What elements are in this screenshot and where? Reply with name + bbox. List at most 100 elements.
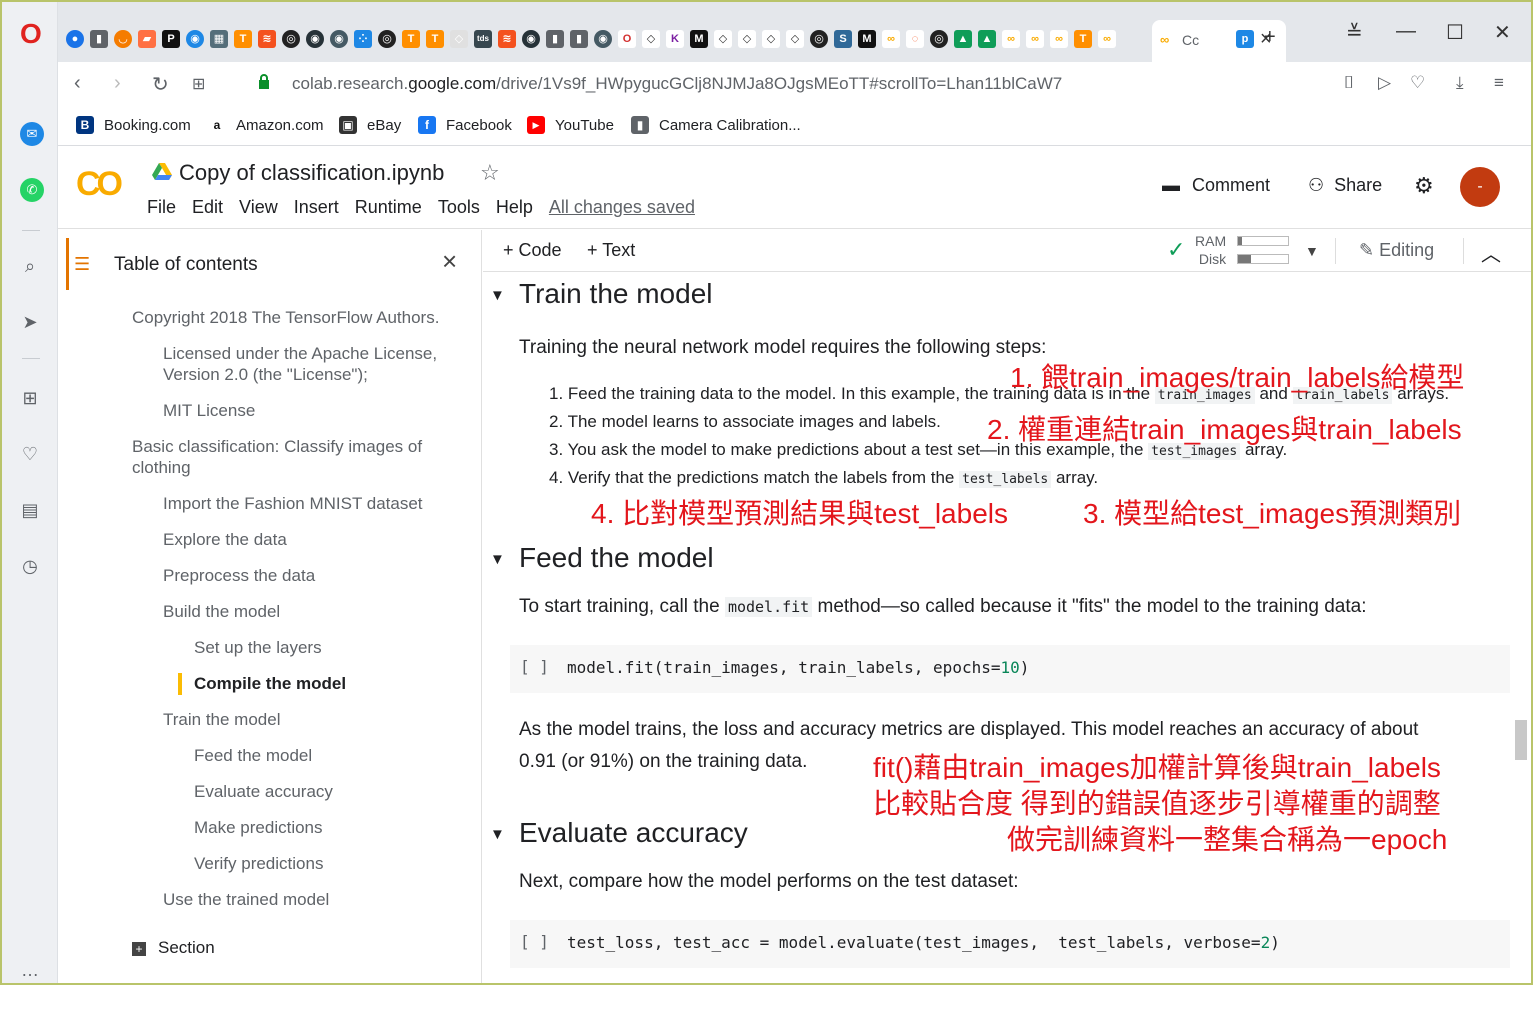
tab-favicon[interactable]: ≋ bbox=[258, 30, 276, 48]
menu-view[interactable]: View bbox=[239, 197, 278, 218]
bookmark-camera-calibration[interactable]: ▮ Camera Calibration... bbox=[631, 116, 801, 134]
tab-favicon[interactable]: ◇ bbox=[762, 30, 780, 48]
colab-logo[interactable]: CO bbox=[76, 165, 123, 204]
code-cell[interactable]: [ ] test_loss, test_acc = model.evaluate… bbox=[510, 920, 1510, 968]
tab-favicon[interactable]: ● bbox=[66, 30, 84, 48]
github-icon[interactable]: ◎ bbox=[930, 30, 948, 48]
minimize-icon[interactable]: — bbox=[1396, 20, 1416, 43]
menu-insert[interactable]: Insert bbox=[294, 197, 339, 218]
collapse-caret-icon[interactable]: ▼ bbox=[490, 551, 505, 568]
tab-favicon[interactable]: ∞ bbox=[1002, 30, 1020, 48]
tab-favicon[interactable]: ◇ bbox=[738, 30, 756, 48]
whatsapp-icon[interactable]: ✆ bbox=[20, 178, 44, 202]
speed-dial-icon[interactable]: ⊞ bbox=[192, 74, 205, 94]
toc-item[interactable]: MIT License bbox=[163, 400, 255, 421]
menu-tools[interactable]: Tools bbox=[438, 197, 480, 218]
news-icon[interactable]: ▤ bbox=[16, 496, 44, 524]
tab-favicon[interactable]: T bbox=[234, 30, 252, 48]
url-field[interactable]: colab.research.google.com/drive/1Vs9f_HW… bbox=[292, 74, 1062, 94]
add-code-button[interactable]: + Code bbox=[503, 240, 562, 261]
tab-favicon[interactable]: tds bbox=[474, 30, 492, 48]
toc-item[interactable]: Import the Fashion MNIST dataset bbox=[163, 493, 423, 514]
forward-icon[interactable]: › bbox=[114, 72, 121, 95]
opera-logo-icon[interactable]: O bbox=[20, 18, 42, 50]
scrollbar-thumb[interactable] bbox=[1515, 720, 1527, 760]
new-tab-icon[interactable]: + bbox=[1264, 26, 1276, 49]
close-window-icon[interactable]: ✕ bbox=[1494, 20, 1511, 45]
search-icon[interactable]: ⌕ bbox=[16, 252, 44, 280]
github-icon[interactable]: ◎ bbox=[282, 30, 300, 48]
bookmark-amazon[interactable]: a Amazon.com bbox=[208, 116, 324, 134]
send-icon[interactable]: ▷ bbox=[1378, 73, 1391, 93]
tab-favicon[interactable]: ∞ bbox=[1098, 30, 1116, 48]
tab-favicon[interactable]: ◉ bbox=[306, 30, 324, 48]
notebook-title[interactable]: Copy of classification.ipynb bbox=[179, 160, 444, 186]
collapse-header-icon[interactable]: ︿ bbox=[1481, 238, 1501, 267]
close-icon[interactable]: × bbox=[442, 246, 457, 277]
tab-favicon[interactable]: K bbox=[666, 30, 684, 48]
share-button[interactable]: ⚇ Share bbox=[1308, 175, 1382, 196]
camera-icon[interactable]: ⌷ bbox=[1344, 73, 1354, 93]
toc-item[interactable]: Set up the layers bbox=[194, 637, 322, 658]
tab-favicon[interactable]: ∞ bbox=[1026, 30, 1044, 48]
menu-runtime[interactable]: Runtime bbox=[355, 197, 422, 218]
github-icon[interactable]: ◎ bbox=[810, 30, 828, 48]
disk-bar[interactable] bbox=[1237, 254, 1289, 264]
reload-icon[interactable]: ↻ bbox=[152, 72, 169, 97]
tab-favicon[interactable]: ∞ bbox=[882, 30, 900, 48]
toc-item[interactable]: Licensed under the Apache License, bbox=[163, 343, 437, 364]
tab-favicon[interactable]: P bbox=[162, 30, 180, 48]
comment-button[interactable]: ▬ Comment bbox=[1162, 175, 1270, 196]
star-icon[interactable]: ☆ bbox=[480, 160, 500, 186]
menu-help[interactable]: Help bbox=[496, 197, 533, 218]
bookmark-ebay[interactable]: ▣ eBay bbox=[339, 116, 401, 134]
tab-favicon[interactable]: ▦ bbox=[210, 30, 228, 48]
editing-mode-button[interactable]: ✎ Editing bbox=[1359, 240, 1434, 261]
tab-favicon[interactable]: ⁘ bbox=[354, 30, 372, 48]
ram-bar[interactable] bbox=[1237, 236, 1289, 246]
toc-item[interactable]: Verify predictions bbox=[194, 853, 323, 874]
tab-favicon[interactable]: M bbox=[690, 30, 708, 48]
toc-item-active[interactable]: Compile the model bbox=[194, 673, 346, 694]
tab-favicon[interactable]: O bbox=[618, 30, 636, 48]
collapse-caret-icon[interactable]: ▼ bbox=[490, 826, 505, 843]
github-icon[interactable]: ◎ bbox=[378, 30, 396, 48]
bookmark-booking[interactable]: B Booking.com bbox=[76, 116, 191, 134]
tab-menu-icon[interactable]: ≚ bbox=[1346, 20, 1363, 45]
tab-favicon[interactable]: ◇ bbox=[714, 30, 732, 48]
tab-favicon[interactable]: T bbox=[1074, 30, 1092, 48]
maximize-icon[interactable]: ☐ bbox=[1446, 20, 1464, 45]
tab-favicon[interactable]: ◌ bbox=[906, 30, 924, 48]
bookmark-youtube[interactable]: ▶ YouTube bbox=[527, 116, 614, 134]
settings-gear-icon[interactable]: ⚙ bbox=[1414, 173, 1434, 199]
toc-item[interactable]: clothing bbox=[132, 457, 191, 478]
menu-edit[interactable]: Edit bbox=[192, 197, 223, 218]
code-cell[interactable]: [ ] model.fit(train_images, train_labels… bbox=[510, 645, 1510, 693]
toc-item[interactable]: Copyright 2018 The TensorFlow Authors. bbox=[132, 307, 439, 328]
tab-favicon[interactable]: ▮ bbox=[90, 30, 108, 48]
back-icon[interactable]: ‹ bbox=[74, 72, 81, 95]
collapse-caret-icon[interactable]: ▼ bbox=[490, 287, 505, 304]
tab-favicon[interactable]: ◉ bbox=[522, 30, 540, 48]
tab-favicon[interactable]: ◇ bbox=[450, 30, 468, 48]
tab-favicon[interactable]: ▲ bbox=[978, 30, 996, 48]
toc-item[interactable]: Train the model bbox=[163, 709, 280, 730]
python-icon[interactable]: S bbox=[834, 30, 852, 48]
toc-item[interactable]: Explore the data bbox=[163, 529, 287, 550]
messenger-icon[interactable]: ✉ bbox=[20, 122, 44, 146]
tab-favicon[interactable]: ▲ bbox=[954, 30, 972, 48]
list-icon[interactable]: ☰ bbox=[74, 254, 90, 275]
heart-icon[interactable]: ♡ bbox=[16, 440, 44, 468]
tab-favicon[interactable]: ◇ bbox=[642, 30, 660, 48]
google-drive-icon[interactable] bbox=[152, 163, 172, 181]
toc-item[interactable]: Use the trained model bbox=[163, 889, 329, 910]
tab-favicon[interactable]: ◡ bbox=[114, 30, 132, 48]
avatar[interactable]: - bbox=[1460, 167, 1500, 207]
run-cell-button[interactable]: [ ] bbox=[520, 932, 549, 951]
speed-dial-icon[interactable]: ⊞ bbox=[16, 384, 44, 412]
history-icon[interactable]: ◷ bbox=[16, 552, 44, 580]
tab-favicon[interactable]: ◉ bbox=[330, 30, 348, 48]
toc-item[interactable]: Basic classification: Classify images of bbox=[132, 436, 422, 457]
add-text-button[interactable]: + Text bbox=[587, 240, 635, 261]
tab-favicon[interactable]: ≋ bbox=[498, 30, 516, 48]
